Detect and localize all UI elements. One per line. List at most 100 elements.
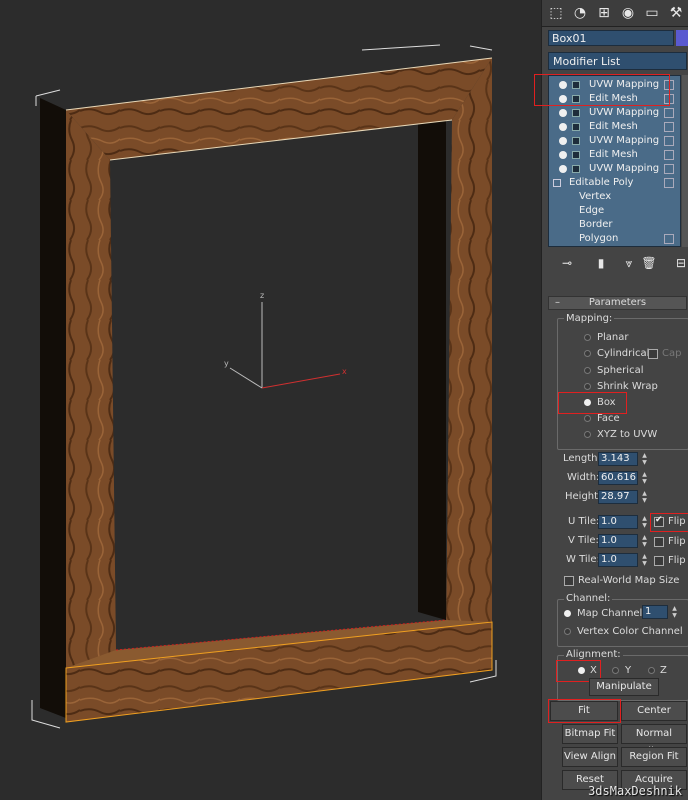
radio-map-channel[interactable] (564, 610, 571, 617)
stack-item-uvw-mapping[interactable]: UVW Mapping (549, 162, 680, 176)
stack-item-edit-mesh[interactable]: Edit Mesh (549, 92, 680, 106)
radio-xyz-to-uvw[interactable] (584, 431, 591, 438)
normal-align-button[interactable]: Normal Align (621, 724, 687, 757)
object-name-field[interactable]: Box01 (548, 30, 674, 46)
radio-box[interactable] (584, 399, 591, 406)
cap-checkbox[interactable] (648, 349, 658, 359)
vflip-checkbox[interactable] (654, 537, 664, 547)
stack-item-checkbox[interactable] (664, 164, 674, 174)
height-spinner[interactable]: 28.97 (598, 490, 638, 504)
parameters-rollout[interactable]: – Parameters (548, 296, 687, 310)
bitmap-fit-button[interactable]: Bitmap Fit (562, 724, 618, 744)
perspective-viewport[interactable]: z y x (0, 0, 541, 800)
hierarchy-icon[interactable]: ⊞ (594, 3, 614, 23)
height-spinner-arrows[interactable]: ▲ ▼ (641, 490, 648, 504)
radio-planar[interactable] (584, 334, 591, 341)
realworld-checkbox[interactable] (564, 576, 574, 586)
stack-subobject-edge[interactable]: Edge (549, 204, 680, 218)
viewport-scene: z y x (31, 44, 497, 729)
expand-icon[interactable] (572, 123, 580, 131)
expand-icon[interactable] (572, 137, 580, 145)
expand-icon[interactable] (572, 95, 580, 103)
object-color-swatch[interactable] (676, 30, 688, 46)
radio-shrink-wrap[interactable] (584, 383, 591, 390)
collapse-icon: – (555, 297, 560, 308)
expand-icon[interactable] (572, 151, 580, 159)
length-spinner-arrows[interactable]: ▲ ▼ (641, 452, 648, 466)
bulb-icon[interactable] (559, 81, 567, 89)
radio-vertex-color[interactable] (564, 628, 571, 635)
pin-stack-icon[interactable]: ⊸ (558, 254, 576, 272)
region-fit-button[interactable]: Region Fit (621, 747, 687, 767)
bulb-icon[interactable] (559, 137, 567, 145)
stack-subobject-vertex[interactable]: Vertex (549, 190, 680, 204)
channel-group (557, 599, 688, 647)
wflip-checkbox[interactable] (654, 556, 664, 566)
map-channel-label: Map Channel: (577, 608, 646, 619)
stack-scrollbar[interactable] (682, 75, 688, 247)
display-icon[interactable]: ▭ (642, 3, 662, 23)
utilities-icon[interactable]: ⚒ (666, 3, 686, 23)
stack-item-checkbox[interactable] (664, 178, 674, 188)
radio-cylindrical[interactable] (584, 350, 591, 357)
stack-item-uvw-mapping[interactable]: UVW Mapping (549, 78, 680, 92)
make-unique-icon[interactable]: ⩔ (620, 254, 638, 272)
modifier-list-dropdown[interactable]: Modifier List (548, 52, 687, 70)
map-channel-arrows[interactable]: ▲ ▼ (671, 605, 678, 619)
stack-item-uvw-mapping[interactable]: UVW Mapping (549, 134, 680, 148)
radio-spherical[interactable] (584, 367, 591, 374)
stack-item-checkbox[interactable] (664, 122, 674, 132)
expand-icon[interactable] (572, 81, 580, 89)
radio-align-z[interactable] (648, 667, 655, 674)
center-button[interactable]: Center (621, 701, 687, 721)
stack-item-editable-poly[interactable]: Editable Poly (549, 176, 680, 190)
uflip-checkbox[interactable] (654, 515, 664, 527)
expand-icon[interactable] (572, 109, 580, 117)
stack-item-checkbox[interactable] (664, 108, 674, 118)
bulb-icon[interactable] (559, 165, 567, 173)
expand-icon[interactable] (572, 165, 580, 173)
collapse-icon[interactable] (553, 179, 561, 187)
wtile-spinner-arrows[interactable]: ▲ ▼ (641, 553, 648, 567)
wtile-spinner[interactable]: 1.0 (598, 553, 638, 567)
stack-item-checkbox[interactable] (664, 80, 674, 90)
radio-align-x[interactable] (578, 667, 585, 674)
align-x-label: X (590, 665, 597, 676)
bulb-icon[interactable] (559, 95, 567, 103)
map-channel-spinner[interactable]: 1 (642, 605, 668, 619)
vtile-spinner[interactable]: 1.0 (598, 534, 638, 548)
remove-modifier-icon[interactable]: 🗑 (640, 254, 658, 272)
stack-item-checkbox[interactable] (664, 94, 674, 104)
align-y-label: Y (625, 665, 632, 676)
modifier-stack[interactable]: UVW Mapping Edit Mesh UVW Mapping Edit M… (548, 75, 681, 247)
fit-button[interactable]: Fit (550, 701, 618, 721)
stack-item-edit-mesh[interactable]: Edit Mesh (549, 120, 680, 134)
stack-item-uvw-mapping[interactable]: UVW Mapping (549, 106, 680, 120)
utile-spinner-arrows[interactable]: ▲ ▼ (641, 515, 648, 529)
bulb-icon[interactable] (559, 109, 567, 117)
vertex-color-label: Vertex Color Channel (577, 626, 683, 637)
manipulate-button[interactable]: Manipulate (589, 678, 659, 696)
vtile-spinner-arrows[interactable]: ▲ ▼ (641, 534, 648, 548)
configure-sets-icon[interactable]: ⊟ (672, 254, 688, 272)
stack-item-checkbox[interactable] (664, 150, 674, 160)
modify-icon[interactable]: ◔ (570, 3, 590, 23)
stack-item-edit-mesh[interactable]: Edit Mesh (549, 148, 680, 162)
stack-subobject-polygon[interactable]: Polygon (549, 232, 680, 246)
stack-item-checkbox[interactable] (664, 136, 674, 146)
length-spinner[interactable]: 3.143 (598, 452, 638, 466)
show-end-result-icon[interactable]: ▮ (592, 254, 610, 272)
bulb-icon[interactable] (559, 123, 567, 131)
bulb-icon[interactable] (559, 151, 567, 159)
motion-icon[interactable]: ◉ (618, 3, 638, 23)
view-align-button[interactable]: View Align (562, 747, 618, 767)
width-spinner-arrows[interactable]: ▲ ▼ (641, 471, 648, 485)
create-icon[interactable]: ⬚ (546, 3, 566, 23)
radio-face[interactable] (584, 415, 591, 422)
radio-align-y[interactable] (612, 667, 619, 674)
utile-spinner[interactable]: 1.0 (598, 515, 638, 529)
stack-item-checkbox[interactable] (664, 234, 674, 244)
stack-subobject-border[interactable]: Border (549, 218, 680, 232)
width-spinner[interactable]: 60.616 (598, 471, 638, 485)
vtile-label: V Tile: (568, 535, 599, 546)
